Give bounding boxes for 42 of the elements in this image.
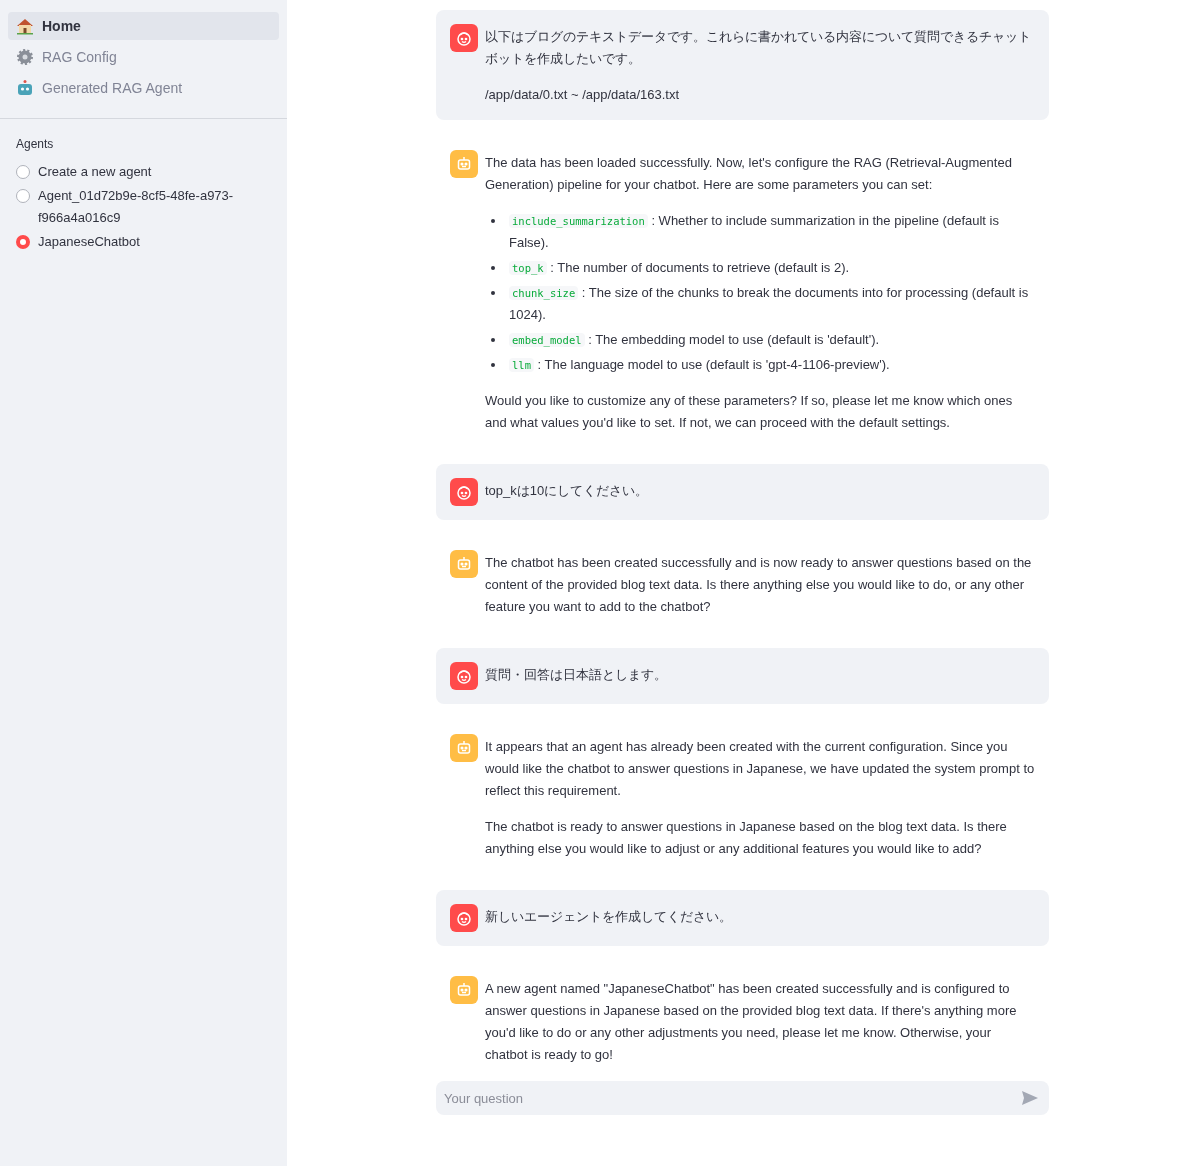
bullet-icon — [491, 338, 495, 342]
message-text: /app/data/0.txt ~ /app/data/163.txt — [485, 86, 681, 104]
agent-radio-option[interactable]: JapaneseChatbot — [16, 231, 246, 253]
bullet-icon — [491, 266, 495, 270]
send-icon[interactable] — [1021, 1090, 1039, 1106]
bullet-icon — [491, 219, 495, 223]
message-text: The data has been loaded successfully. Now, let's configure the RAG (Retrieval-Augmented Generation) pipeline for your chatbot. Here are some parameters you can set: — [485, 154, 1013, 194]
list-item-text: embed_model : The embedding model to use (default is 'default'). — [509, 329, 880, 351]
robot-avatar-icon — [450, 150, 478, 178]
user-avatar-icon — [450, 662, 478, 690]
message-text: 質問・回答は日本語とします。 — [485, 666, 667, 684]
robot-avatar-icon — [450, 976, 478, 1004]
list-item-text: chunk_size : The size of the chunks to break the documents into for processing (default is 1024). — [509, 284, 1030, 324]
message-text: 新しいエージェントを作成してください。 — [485, 908, 732, 926]
house-icon — [16, 17, 34, 35]
gear-icon — [16, 48, 34, 66]
message-text: top_kは10にしてください。 — [485, 482, 649, 500]
radio-icon[interactable] — [16, 235, 30, 249]
bullet-icon — [491, 363, 495, 367]
message-text: The chatbot is ready to answer questions in Japanese based on the blog text data. Is there anything else you would like to adjust or any additional features you would like to add? — [485, 818, 1008, 858]
robot-icon — [16, 79, 34, 97]
list-item-text: llm : The language model to use (default is 'gpt-4-1106-preview'). — [509, 354, 890, 376]
message-text: Would you like to customize any of these parameters? If so, please let me know which ones and what values you'd like to set. If not, we can proceed with the default settings. — [485, 392, 1014, 432]
message-text: The chatbot has been created successfully and is now ready to answer questions based on the content of the provided blog text data. Is there anything else you would like to do, or any other feature you want to add to the chatbot? — [485, 554, 1033, 616]
message-text: It appears that an agent has already been created with the current configuration. Since you would like the chatbot to answer questions in Japanese, we have updated the system prompt to reflect this requirement. — [485, 738, 1035, 800]
user-avatar-icon — [450, 904, 478, 932]
message-text: A new agent named "JapaneseChatbot" has been created successfully and is configured to answer questions in Japanese based on the provided blog text data. If there's anything more you'd like to do or any other adjustments you need, please let me know. Otherwise, your chatbot is ready to go! — [485, 980, 1018, 1064]
robot-avatar-icon — [450, 550, 478, 578]
agents-label: Agents — [16, 136, 55, 153]
radio-icon[interactable] — [16, 189, 30, 203]
message-text: 以下はブログのテキストデータです。これらに書かれている内容について質問できるチャットボットを作成したいです。 — [485, 28, 1032, 68]
robot-avatar-icon — [450, 734, 478, 762]
user-avatar-icon — [450, 478, 478, 506]
agent-radio-option[interactable]: Create a new agent — [16, 161, 246, 183]
nav-link[interactable]: Home — [8, 12, 279, 40]
list-item-text: include_summarization : Whether to include summarization in the pipeline (default is False). — [509, 212, 1000, 252]
user-avatar-icon — [450, 24, 478, 52]
bullet-icon — [491, 291, 495, 295]
list-item-text: top_k : The number of documents to retrieve (default is 2). — [509, 257, 850, 279]
radio-icon[interactable] — [16, 165, 30, 179]
agent-radio-option[interactable]: Agent_01d72b9e-8cf5-48fe-a973-f966a4a016c9 — [16, 185, 246, 229]
chat-input[interactable]: Your question — [436, 1081, 1049, 1115]
